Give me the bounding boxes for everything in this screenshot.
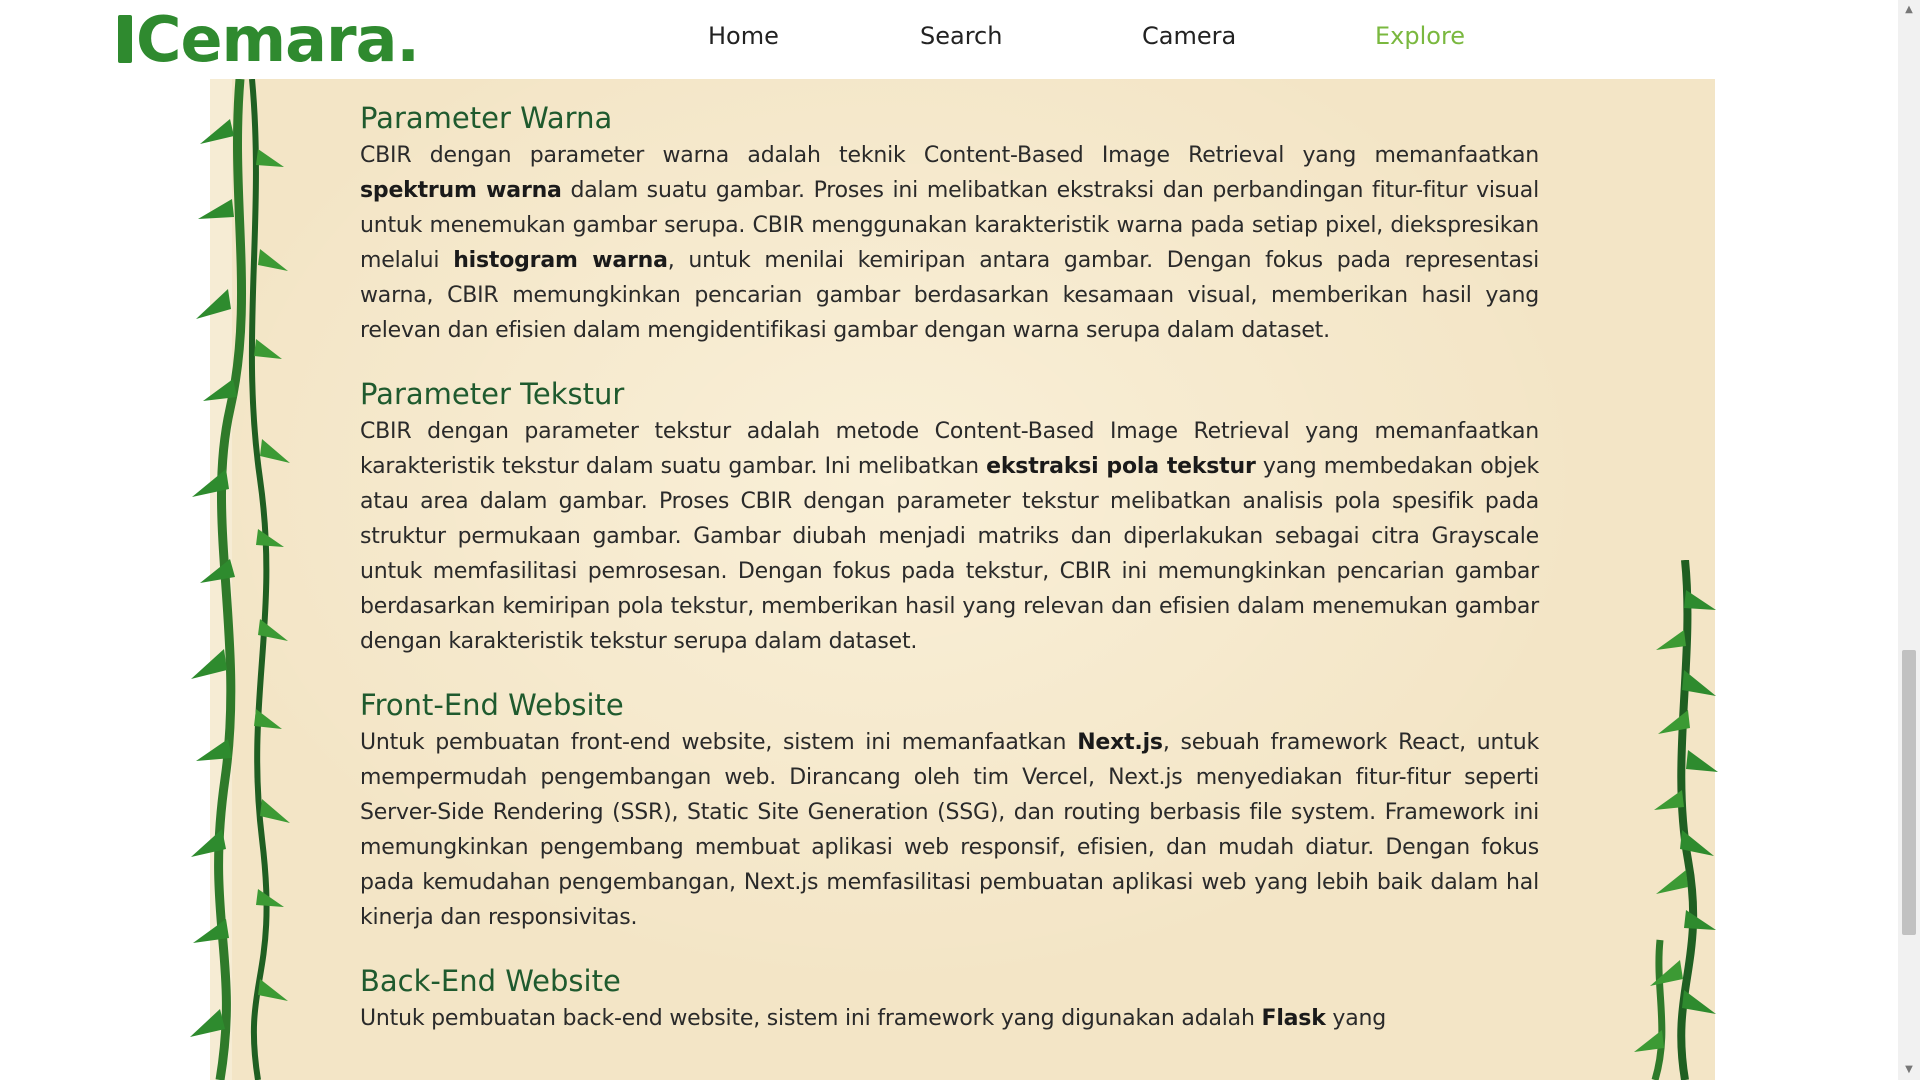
section-paragraph: CBIR dengan parameter warna adalah tekni… — [360, 138, 1539, 348]
triangle-up-icon[interactable]: ▲ — [1898, 0, 1920, 20]
navbar: Cemara. Home Search Camera Explore — [0, 0, 1898, 79]
section-paragraph: CBIR dengan parameter tekstur adalah met… — [360, 414, 1539, 659]
section-parameter-tekstur: Parameter Tekstur CBIR dengan parameter … — [360, 374, 1539, 659]
scrollbar-thumb[interactable] — [1902, 650, 1916, 935]
bold-text-run: spektrum warna — [360, 178, 562, 203]
section-paragraph: Untuk pembuatan front-end website, siste… — [360, 725, 1539, 935]
section-title: Parameter Tekstur — [360, 377, 625, 411]
text-run: Untuk pembuatan back-end website, sistem… — [360, 1006, 1262, 1031]
nav-link-home[interactable]: Home — [708, 22, 779, 50]
nav-link-explore[interactable]: Explore — [1375, 22, 1465, 50]
section-front-end: Front-End Website Untuk pembuatan front-… — [360, 685, 1539, 935]
text-run: Untuk pembuatan front-end website, siste… — [360, 730, 1078, 755]
logo[interactable]: Cemara. — [118, 8, 420, 72]
triangle-down-icon[interactable]: ▼ — [1898, 1060, 1920, 1080]
text-run: , sebuah framework React, untuk mempermu… — [360, 730, 1539, 930]
bold-text-run: Next.js — [1077, 730, 1163, 755]
nav-link-search[interactable]: Search — [920, 22, 1002, 50]
section-title: Parameter Warna — [360, 101, 613, 135]
text-run: yang — [1325, 1006, 1387, 1031]
vine-leaves-right-icon — [1634, 560, 1718, 1080]
bold-text-run: histogram warna — [453, 248, 668, 273]
vine-leaves-icon — [190, 79, 290, 1080]
explore-content: Parameter Warna CBIR dengan parameter wa… — [360, 98, 1539, 1062]
section-title: Front-End Website — [360, 688, 624, 722]
text-run: yang membedakan objek atau area dalam ga… — [360, 454, 1540, 654]
bold-text-run: ekstraksi pola tekstur — [986, 454, 1256, 479]
section-title: Back-End Website — [360, 964, 621, 998]
text-run: CBIR dengan parameter warna adalah tekni… — [360, 143, 1539, 168]
vertical-scrollbar[interactable]: ▲ ▼ — [1898, 0, 1920, 1080]
section-paragraph: Untuk pembuatan back-end website, sistem… — [360, 1001, 1539, 1036]
logo-text: Cemara. — [136, 3, 420, 76]
section-parameter-warna: Parameter Warna CBIR dengan parameter wa… — [360, 98, 1539, 348]
nav-link-camera[interactable]: Camera — [1142, 22, 1236, 50]
logo-mark-icon — [118, 15, 132, 63]
bold-text-run: Flask — [1261, 1006, 1326, 1031]
section-back-end: Back-End Website Untuk pembuatan back-en… — [360, 961, 1539, 1036]
